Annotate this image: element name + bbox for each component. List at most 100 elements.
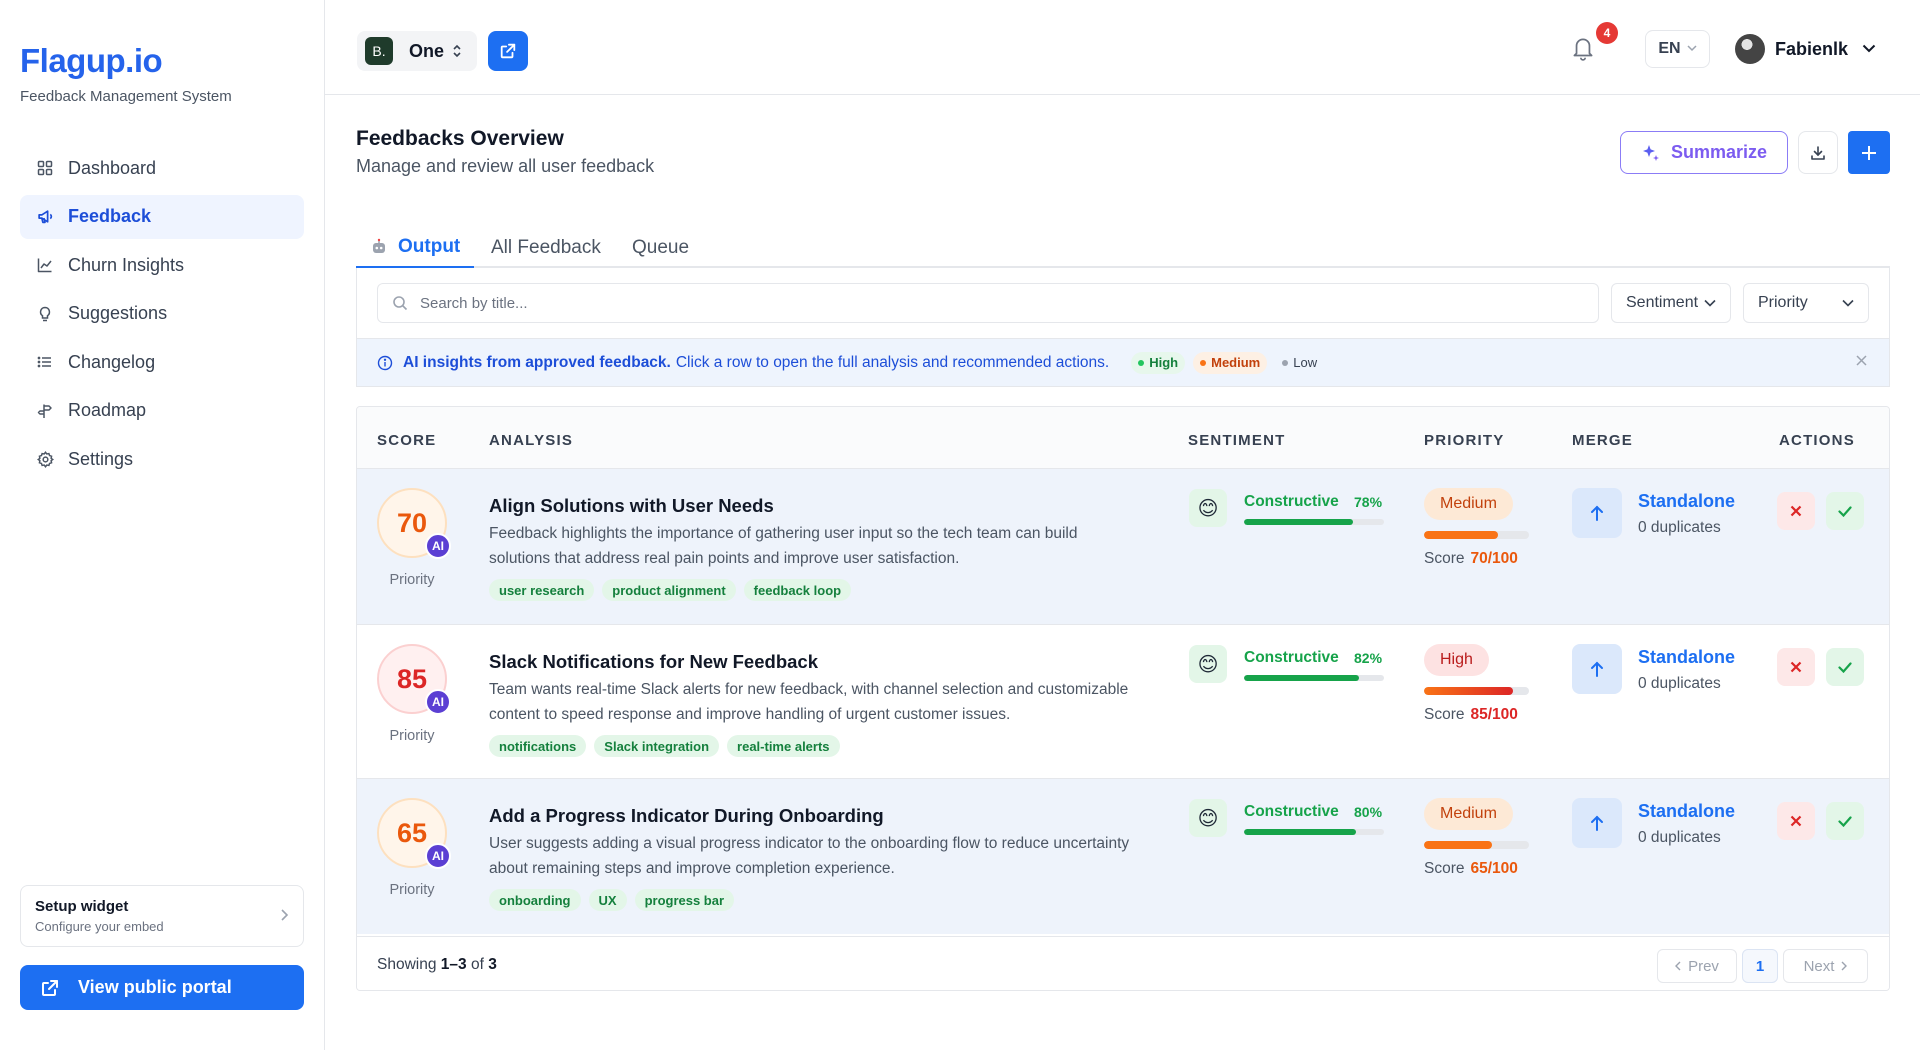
approve-button[interactable] xyxy=(1826,492,1864,530)
ai-badge: AI xyxy=(425,689,451,715)
sidebar-item-label: Suggestions xyxy=(68,303,168,323)
ai-badge: AI xyxy=(425,533,451,559)
legend-medium: Medium xyxy=(1193,351,1268,374)
sentiment-label: Constructive xyxy=(1244,803,1339,820)
table-row[interactable]: 65 AI Priority Add a Progress Indicator … xyxy=(357,779,1889,934)
download-icon xyxy=(1811,145,1825,160)
reject-button[interactable] xyxy=(1777,648,1815,686)
notification-count-badge: 4 xyxy=(1596,22,1618,44)
table-footer: Showing 1–3 of 3 Prev 1 Next xyxy=(357,936,1889,990)
tag-list: user research product alignment feedback… xyxy=(489,579,859,601)
open-workspace-button[interactable] xyxy=(488,31,528,71)
tab-all-feedback[interactable]: All Feedback xyxy=(491,228,601,268)
sidebar-item-settings[interactable]: Settings xyxy=(20,437,304,481)
page-subtitle: Manage and review all user feedback xyxy=(356,156,655,176)
feedback-title: Slack Notifications for New Feedback xyxy=(489,651,818,672)
score-label: Priority xyxy=(389,882,435,898)
pagination-prev-button[interactable]: Prev xyxy=(1657,949,1737,983)
sentiment-filter-label: Sentiment xyxy=(1626,294,1699,311)
banner-text: Click a row to open the full analysis an… xyxy=(675,353,1110,371)
approve-button[interactable] xyxy=(1826,648,1864,686)
bell-icon xyxy=(1573,38,1593,61)
tab-label: All Feedback xyxy=(491,237,601,258)
language-selector[interactable]: EN xyxy=(1645,30,1710,68)
sentiment-bar-fill xyxy=(1244,519,1354,525)
table-row[interactable]: 85 AI Priority Slack Notifications for N… xyxy=(357,624,1889,779)
sidebar-item-feedback[interactable]: Feedback xyxy=(20,194,304,239)
merge-button[interactable] xyxy=(1572,488,1622,538)
arrow-up-icon xyxy=(1591,815,1603,831)
chevron-down-icon xyxy=(1862,40,1876,58)
tag: notifications xyxy=(489,735,587,757)
pagination-summary: Showing 1–3 of 3 xyxy=(377,956,497,973)
add-feedback-button[interactable] xyxy=(1848,131,1890,174)
setup-widget-title: Setup widget xyxy=(35,898,129,915)
approve-button[interactable] xyxy=(1826,802,1864,840)
page-title: Feedbacks Overview xyxy=(356,127,564,150)
sidebar-item-label: Feedback xyxy=(68,206,152,226)
summarize-button[interactable]: Summarize xyxy=(1620,131,1788,174)
column-header-priority: PRIORITY xyxy=(1424,432,1505,449)
sparkles-icon xyxy=(1642,144,1659,161)
search-input[interactable] xyxy=(420,294,1570,312)
sidebar-item-label: Changelog xyxy=(68,351,156,372)
reject-button[interactable] xyxy=(1777,802,1815,840)
external-link-icon xyxy=(500,43,516,59)
chevron-right-icon xyxy=(280,908,289,925)
sidebar-item-changelog[interactable]: Changelog xyxy=(20,340,304,384)
list-icon xyxy=(36,353,54,371)
setup-widget-card[interactable]: Setup widget Configure your embed xyxy=(20,885,304,947)
info-icon xyxy=(377,355,393,370)
view-public-portal-label: View public portal xyxy=(78,977,232,997)
priority-filter[interactable]: Priority xyxy=(1743,283,1869,323)
merge-status[interactable]: Standalone xyxy=(1638,801,1735,822)
priority-bar xyxy=(1424,841,1529,849)
merge-status[interactable]: Standalone xyxy=(1638,491,1735,512)
sidebar-item-roadmap[interactable]: Roadmap xyxy=(20,389,304,433)
chevron-down-icon xyxy=(1704,299,1716,307)
brand-subtitle: Feedback Management System xyxy=(20,88,232,105)
ai-insights-banner: AI insights from approved feedback. Clic… xyxy=(357,338,1889,386)
merge-button[interactable] xyxy=(1572,798,1622,848)
workspace-name: One xyxy=(409,40,445,61)
merge-status[interactable]: Standalone xyxy=(1638,647,1735,668)
gear-icon xyxy=(36,450,54,468)
user-menu[interactable]: Fabienlk xyxy=(1735,30,1876,68)
pagination-page-button[interactable]: 1 xyxy=(1742,949,1778,983)
tag: UX xyxy=(588,889,627,911)
column-header-merge: MERGE xyxy=(1572,432,1634,449)
priority-bar xyxy=(1424,531,1529,539)
sentiment-filter[interactable]: Sentiment xyxy=(1611,283,1731,323)
table-row[interactable]: 70 AI Priority Align Solutions with User… xyxy=(357,469,1889,624)
sentiment-bar-fill xyxy=(1244,675,1359,681)
sidebar-item-dashboard[interactable]: Dashboard xyxy=(20,146,304,190)
signpost-icon xyxy=(36,402,54,420)
brand-logo[interactable]: Flagup.io xyxy=(20,42,163,80)
tab-queue[interactable]: Queue xyxy=(632,228,689,268)
legend-high: High xyxy=(1131,351,1186,374)
ai-badge: AI xyxy=(425,843,451,869)
pagination-next-button[interactable]: Next xyxy=(1783,949,1868,983)
merge-button[interactable] xyxy=(1572,644,1622,694)
feedback-title: Add a Progress Indicator During Onboardi… xyxy=(489,805,884,826)
top-bar: B. One 4 EN Fabienlk xyxy=(325,0,1920,95)
notifications-button[interactable] xyxy=(1570,34,1600,64)
view-public-portal-button[interactable]: View public portal xyxy=(20,965,304,1010)
column-header-actions: ACTIONS xyxy=(1779,432,1855,449)
reject-button[interactable] xyxy=(1777,492,1815,530)
sidebar-item-churn-insights[interactable]: Churn Insights xyxy=(20,243,304,287)
external-link-icon xyxy=(42,979,58,996)
feedback-table: SCORE ANALYSIS SENTIMENT PRIORITY MERGE … xyxy=(356,406,1890,991)
legend-low: Low xyxy=(1275,351,1325,374)
sidebar-item-label: Churn Insights xyxy=(68,254,185,275)
workspace-selector[interactable]: B. One xyxy=(357,31,477,71)
priority-filter-label: Priority xyxy=(1758,294,1808,311)
workspace-badge: B. xyxy=(365,37,393,65)
chevron-left-icon xyxy=(1675,961,1681,971)
score-label: Priority xyxy=(389,728,435,744)
sidebar-item-suggestions[interactable]: Suggestions xyxy=(20,292,304,336)
filter-panel: Sentiment Priority AI insights from appr… xyxy=(356,268,1890,387)
tab-output[interactable]: Output xyxy=(356,228,475,269)
close-icon[interactable] xyxy=(1856,353,1867,371)
download-button[interactable] xyxy=(1798,131,1838,174)
